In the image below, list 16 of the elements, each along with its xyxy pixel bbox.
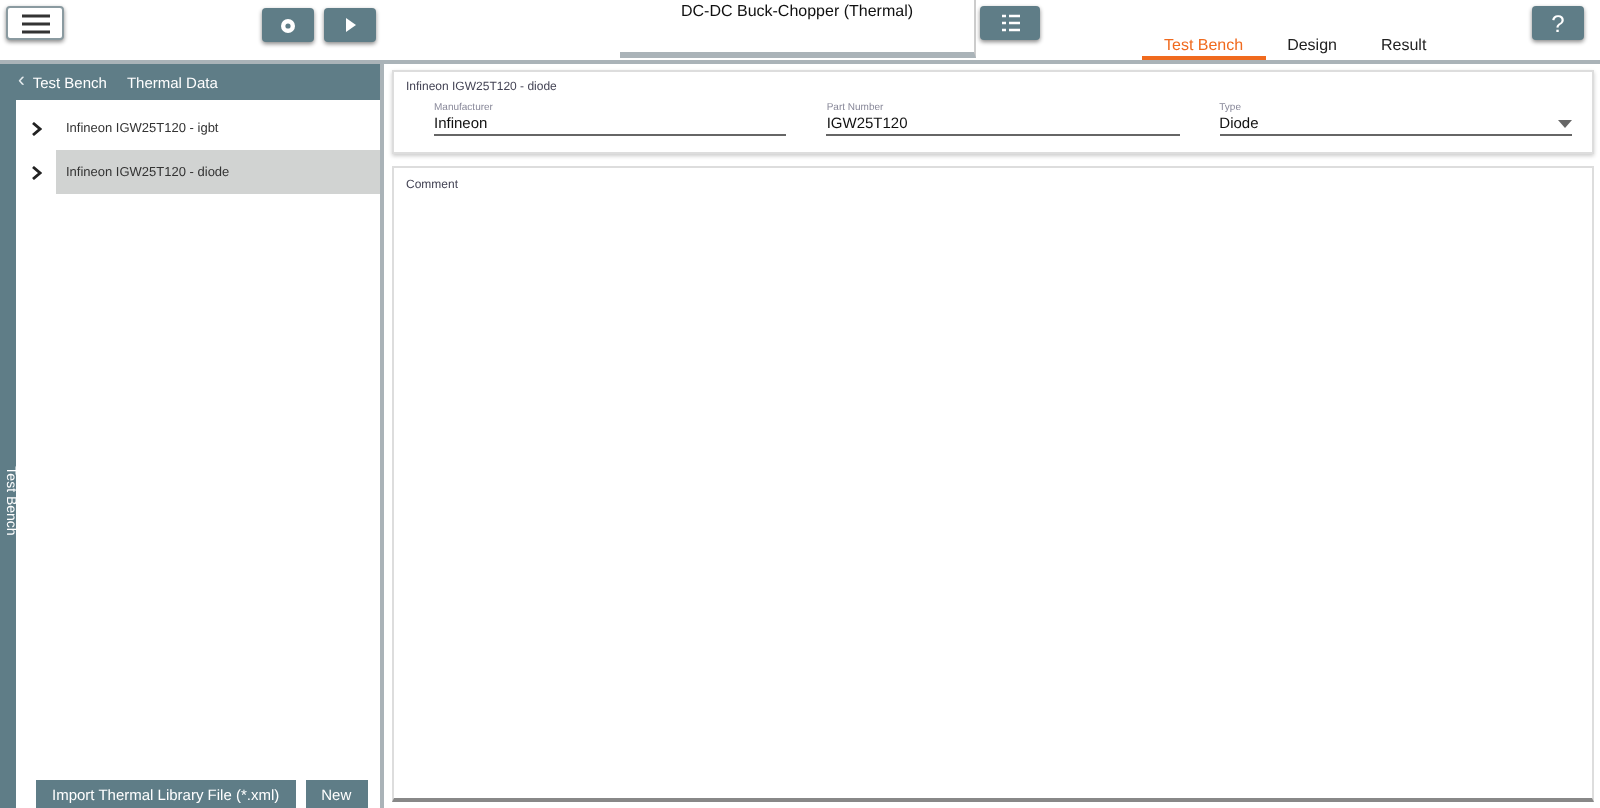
settings-icon (278, 15, 298, 35)
list-button[interactable] (980, 6, 1040, 40)
tab[interactable]: Result (1358, 32, 1449, 60)
settings-button[interactable] (262, 8, 314, 42)
chevron-right-icon (31, 165, 41, 179)
tab[interactable]: Design (1265, 32, 1359, 60)
document-title: DC-DC Buck-Chopper (Thermal) (680, 2, 914, 20)
collapse-icon[interactable]: ‹ (18, 72, 25, 92)
help-button[interactable]: ? (1532, 6, 1584, 40)
menu-button[interactable] (6, 6, 64, 40)
chevron-right-icon (31, 121, 41, 135)
menu-icon (21, 13, 49, 33)
run-button[interactable] (324, 8, 376, 42)
dropdown-caret-icon (1557, 119, 1572, 127)
play-icon (345, 18, 355, 32)
list-icon (1001, 14, 1019, 32)
